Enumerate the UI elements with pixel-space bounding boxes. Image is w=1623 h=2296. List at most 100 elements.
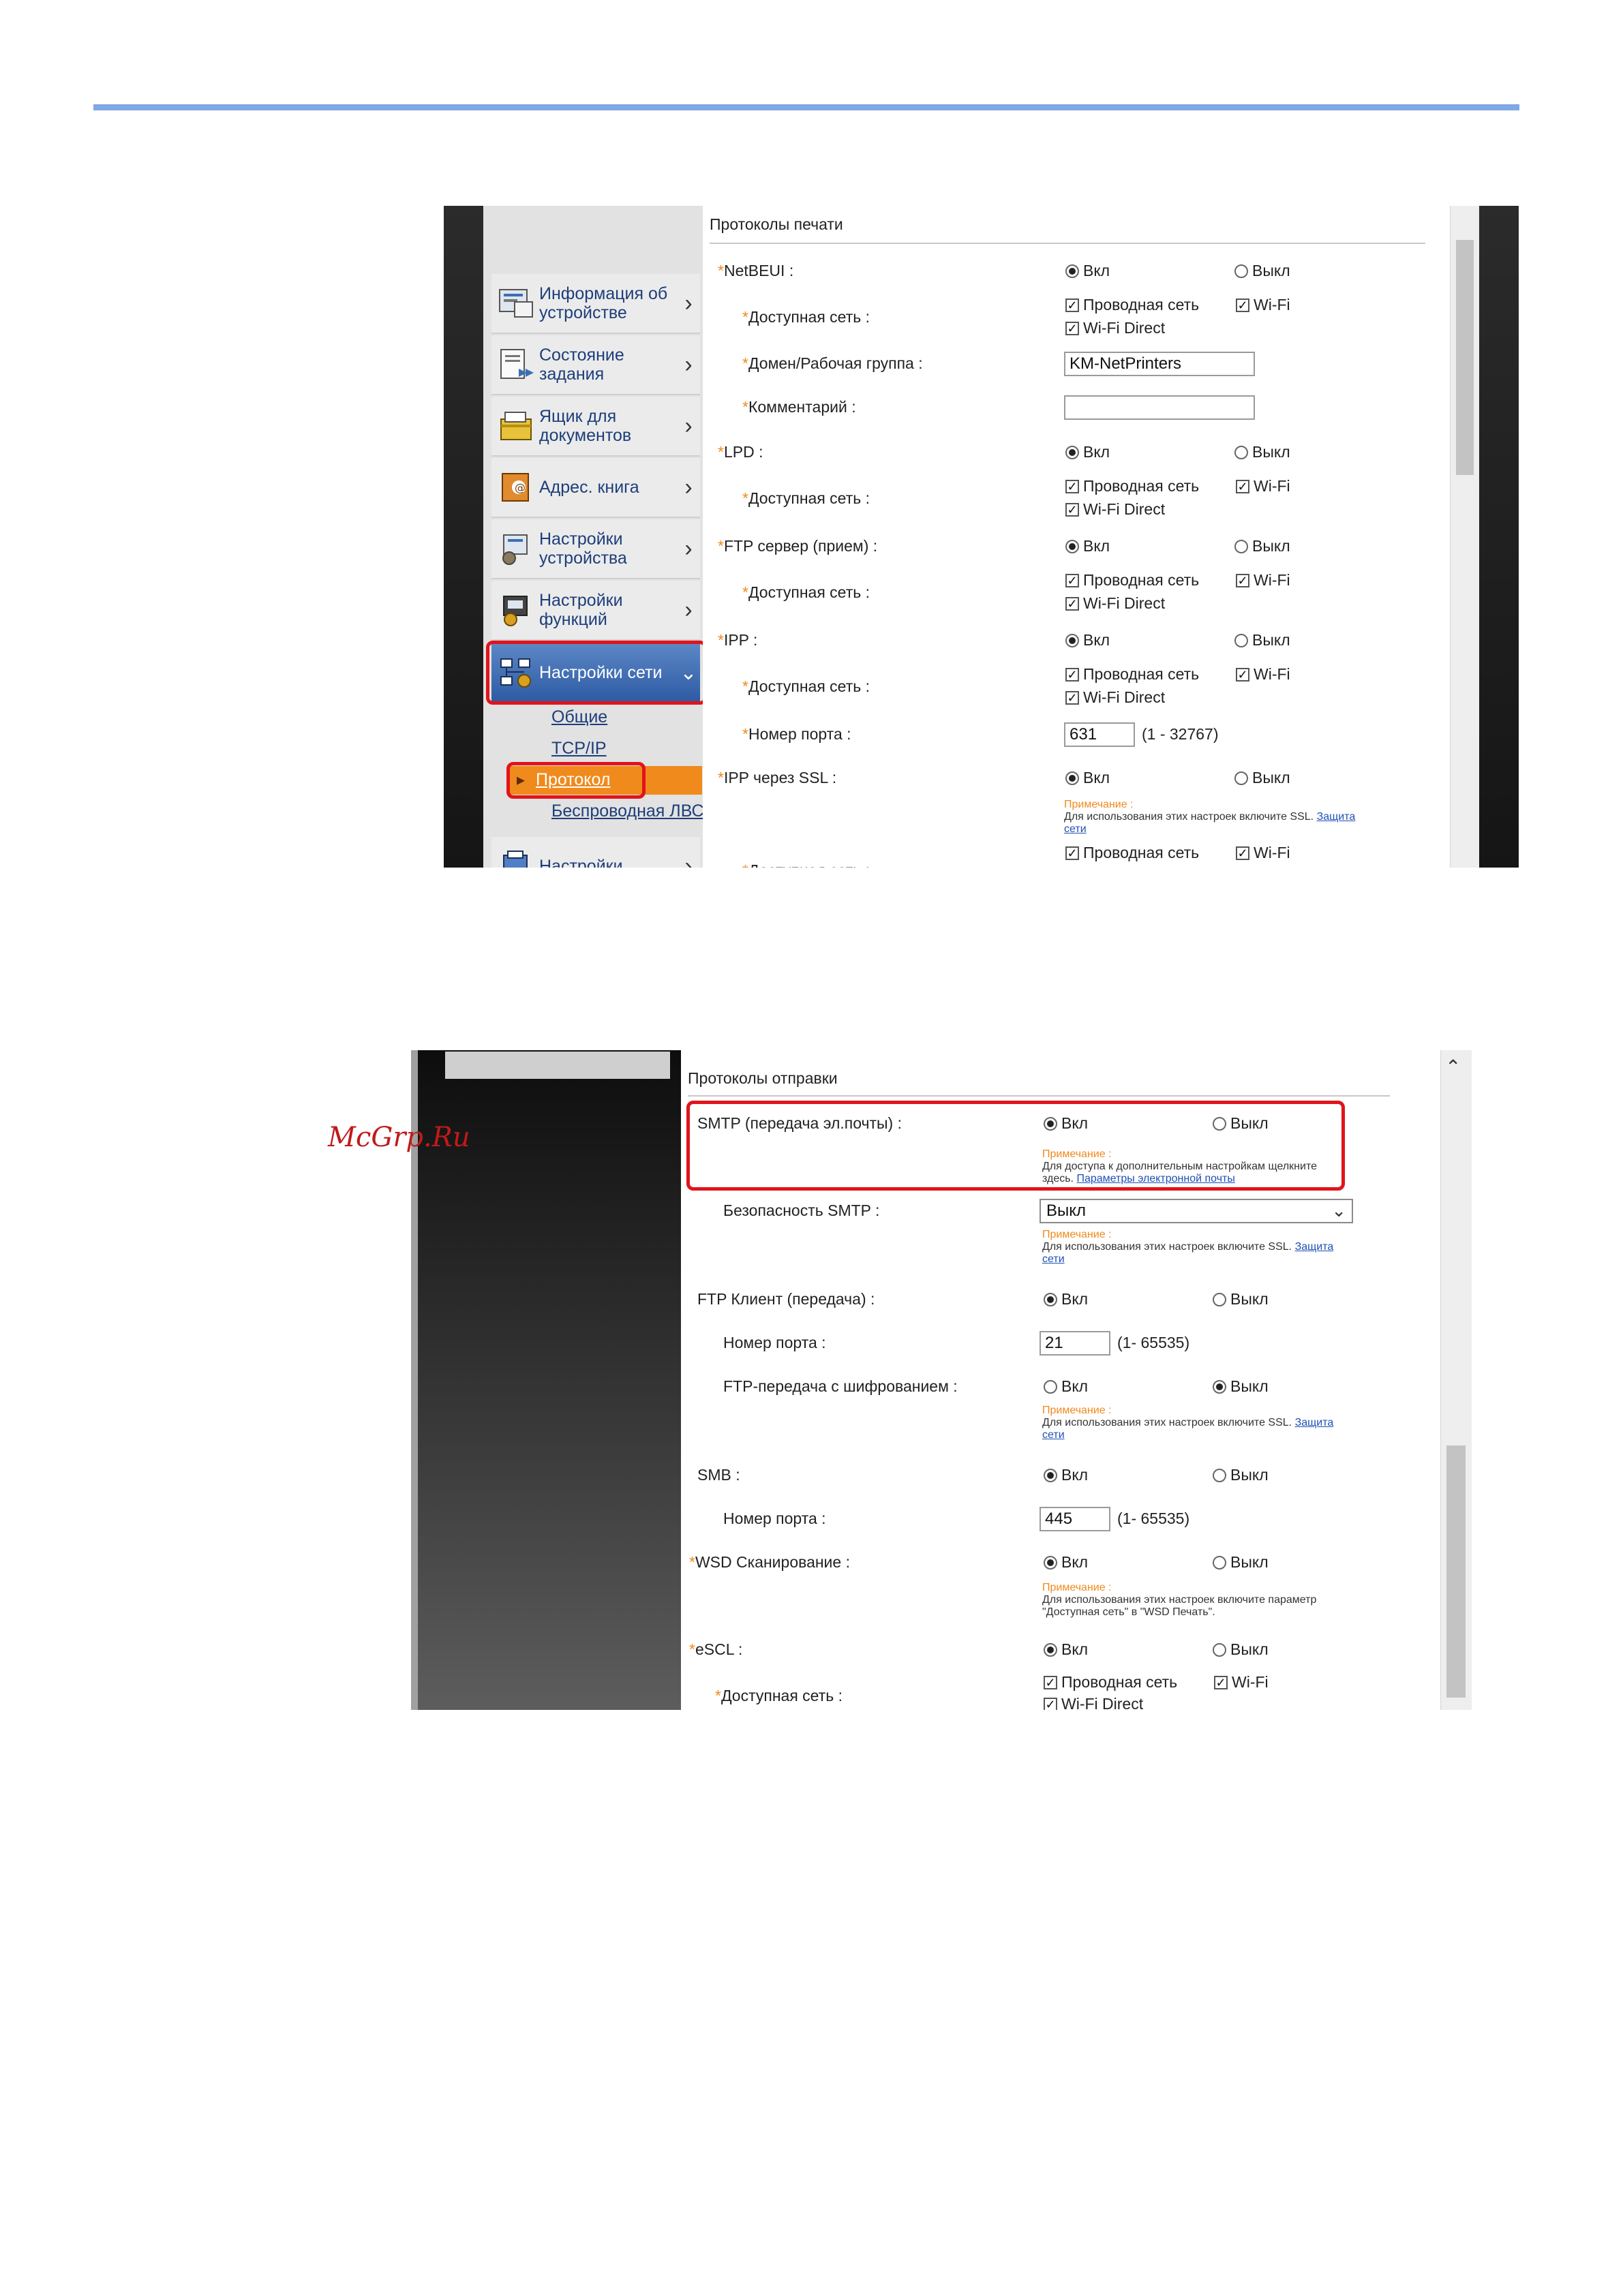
label-netbeui: *NetBEUI : [718,262,794,279]
ftp-client-off-radio[interactable]: Выкл [1213,1290,1269,1308]
label-port-number: Номер порта : [723,1334,826,1351]
smtp-security-select[interactable]: Выкл ⌄ [1040,1199,1353,1223]
main-content: Протоколы печати *NetBEUI : Вкл Выкл *До… [703,206,1449,868]
label-ftp-client: FTP Клиент (передача) : [697,1290,875,1308]
label-available-network: *Доступная сеть : [742,489,870,507]
lpd-wifi-checkbox[interactable]: ✓ Wi-Fi [1236,477,1290,495]
ftp-wifi-checkbox[interactable]: ✓ Wi-Fi [1236,571,1290,590]
chevron-right-icon: › [684,351,693,378]
function-settings-icon [503,596,528,626]
network-security-link[interactable]: Защита [1317,811,1356,823]
network-security-link[interactable]: Защита [1295,1241,1334,1253]
label-domain: *Домен/Рабочая группа : [742,354,923,372]
sidebar-item-address-book[interactable]: @ Адрес. книга › [491,458,700,518]
scrollbar[interactable]: ⌃ [1440,1050,1472,1710]
job-status-icon [500,349,534,379]
smb-off-radio[interactable]: Выкл [1213,1466,1269,1484]
sidebar-item-label: Настройки функций [539,591,623,629]
section-divider [688,1095,1390,1097]
scrollbar-thumb[interactable] [1446,1445,1466,1698]
wsd-on-radio[interactable]: Вкл [1044,1553,1088,1572]
ipp-ssl-wifi-checkbox[interactable]: ✓ Wi-Fi [1236,844,1290,862]
lpd-wired-checkbox[interactable]: ✓ Проводная сеть [1065,477,1199,495]
netbeui-wifi-checkbox[interactable]: ✓ Wi-Fi [1236,296,1290,314]
sidebar-item-security-settings[interactable]: Настройки › [491,837,700,868]
ipp-port-input[interactable]: 631 [1064,722,1135,747]
sub-item-wireless-lan[interactable]: Беспроводная ЛВС [551,801,704,821]
sidebar-item-job-status[interactable]: Состояние задания › [491,335,700,395]
ipp-wifidirect-checkbox[interactable]: ✓ Wi-Fi Direct [1065,688,1165,707]
sidebar-item-device-info[interactable]: Информация об устройстве › [491,274,700,334]
escl-on-radio[interactable]: Вкл [1044,1640,1088,1659]
netbeui-wifidirect-checkbox[interactable]: ✓ Wi-Fi Direct [1065,319,1165,337]
ipp-ssl-on-radio[interactable]: Вкл [1065,769,1110,787]
sub-item-tcpip[interactable]: TCP/IP [551,739,607,759]
sidebar-item-device-settings[interactable]: Настройки устройства › [491,519,700,579]
highlight-network-settings [486,641,707,705]
sidebar-item-function-settings[interactable]: Настройки функций › [491,581,700,641]
label-smb: SMB : [697,1466,740,1484]
screenshot-print-protocols: Информация об устройстве › Состояние зад… [444,206,1519,868]
window-right-frame [1479,206,1519,868]
chevron-up-icon[interactable]: ⌃ [1445,1056,1461,1078]
sidebar-item-label: Ящик для документов [539,407,632,445]
label-available-network: *Доступная сеть : [742,861,870,868]
ipp-off-radio[interactable]: Выкл [1234,631,1290,649]
highlight-protocol [506,762,646,799]
sidebar-item-label: Адрес. книга [539,478,639,497]
sidebar-item-label: Состояние задания [539,346,624,384]
sidebar-item-label: Информация об устройстве [539,284,668,322]
ftp-wired-checkbox[interactable]: ✓ Проводная сеть [1065,571,1199,590]
address-book-icon: @ [502,473,529,502]
highlight-smtp [686,1101,1345,1191]
netbeui-off-radio[interactable]: Выкл [1234,262,1290,280]
document-box-icon [500,412,532,440]
label-wsd-scan: *WSD Сканирование : [689,1553,850,1571]
scrollbar-thumb[interactable] [1456,240,1474,475]
domain-input[interactable]: KM-NetPrinters [1064,352,1255,376]
netbeui-wired-checkbox[interactable]: ✓ Проводная сеть [1065,296,1199,314]
sidebar-item-label: Настройки устройства [539,530,627,568]
chevron-right-icon: › [684,474,693,500]
label-available-network: *Доступная сеть : [742,308,870,326]
ftp-client-on-radio[interactable]: Вкл [1044,1290,1088,1308]
port-range-label: (1- 65535) [1117,1334,1190,1351]
escl-wifidirect-checkbox[interactable]: ✓ Wi-Fi Direct [1044,1695,1143,1710]
ftp-encrypt-off-radio[interactable]: Выкл [1213,1377,1269,1396]
escl-wired-checkbox[interactable]: ✓ Проводная сеть [1044,1673,1177,1692]
ipp-ssl-wired-checkbox[interactable]: ✓ Проводная сеть [1065,844,1199,862]
sidebar-tab [445,1052,670,1079]
svg-text:@: @ [515,481,526,494]
escl-wifi-checkbox[interactable]: ✓ Wi-Fi [1214,1673,1269,1692]
ftp-wifidirect-checkbox[interactable]: ✓ Wi-Fi Direct [1065,594,1165,613]
sidebar-item-label: Настройки [539,857,623,868]
ssl-note: Примечание : Для использования этих наст… [1042,1405,1334,1441]
label-ftp-server: *FTP сервер (прием) : [718,537,878,555]
comment-input[interactable] [1064,395,1255,420]
sidebar-item-document-box[interactable]: Ящик для документов › [491,397,700,457]
smb-port-input[interactable]: 445 [1040,1507,1110,1531]
ipp-wifi-checkbox[interactable]: ✓ Wi-Fi [1236,665,1290,684]
label-comment: *Комментарий : [742,398,856,416]
smb-on-radio[interactable]: Вкл [1044,1466,1088,1484]
network-security-link-cont[interactable]: сети [1064,823,1087,835]
ftp-encrypt-on-radio[interactable]: Вкл [1044,1377,1088,1396]
wsd-off-radio[interactable]: Выкл [1213,1553,1269,1572]
chevron-right-icon: › [684,596,693,623]
lpd-on-radio[interactable]: Вкл [1065,443,1110,461]
label-ipp: *IPP : [718,631,758,649]
escl-off-radio[interactable]: Выкл [1213,1640,1269,1659]
ftp-server-off-radio[interactable]: Выкл [1234,537,1290,555]
lpd-off-radio[interactable]: Выкл [1234,443,1290,461]
ftp-server-on-radio[interactable]: Вкл [1065,537,1110,555]
ipp-wired-checkbox[interactable]: ✓ Проводная сеть [1065,665,1199,684]
netbeui-on-radio[interactable]: Вкл [1065,262,1110,280]
main-content: Протоколы отправки SMTP (передача эл.поч… [681,1050,1438,1710]
lpd-wifidirect-checkbox[interactable]: ✓ Wi-Fi Direct [1065,500,1165,519]
ipp-ssl-off-radio[interactable]: Выкл [1234,769,1290,787]
ipp-on-radio[interactable]: Вкл [1065,631,1110,649]
security-settings-icon [503,851,528,868]
scrollbar[interactable] [1450,206,1480,868]
ftp-port-input[interactable]: 21 [1040,1331,1110,1356]
sub-item-general[interactable]: Общие [551,707,607,727]
